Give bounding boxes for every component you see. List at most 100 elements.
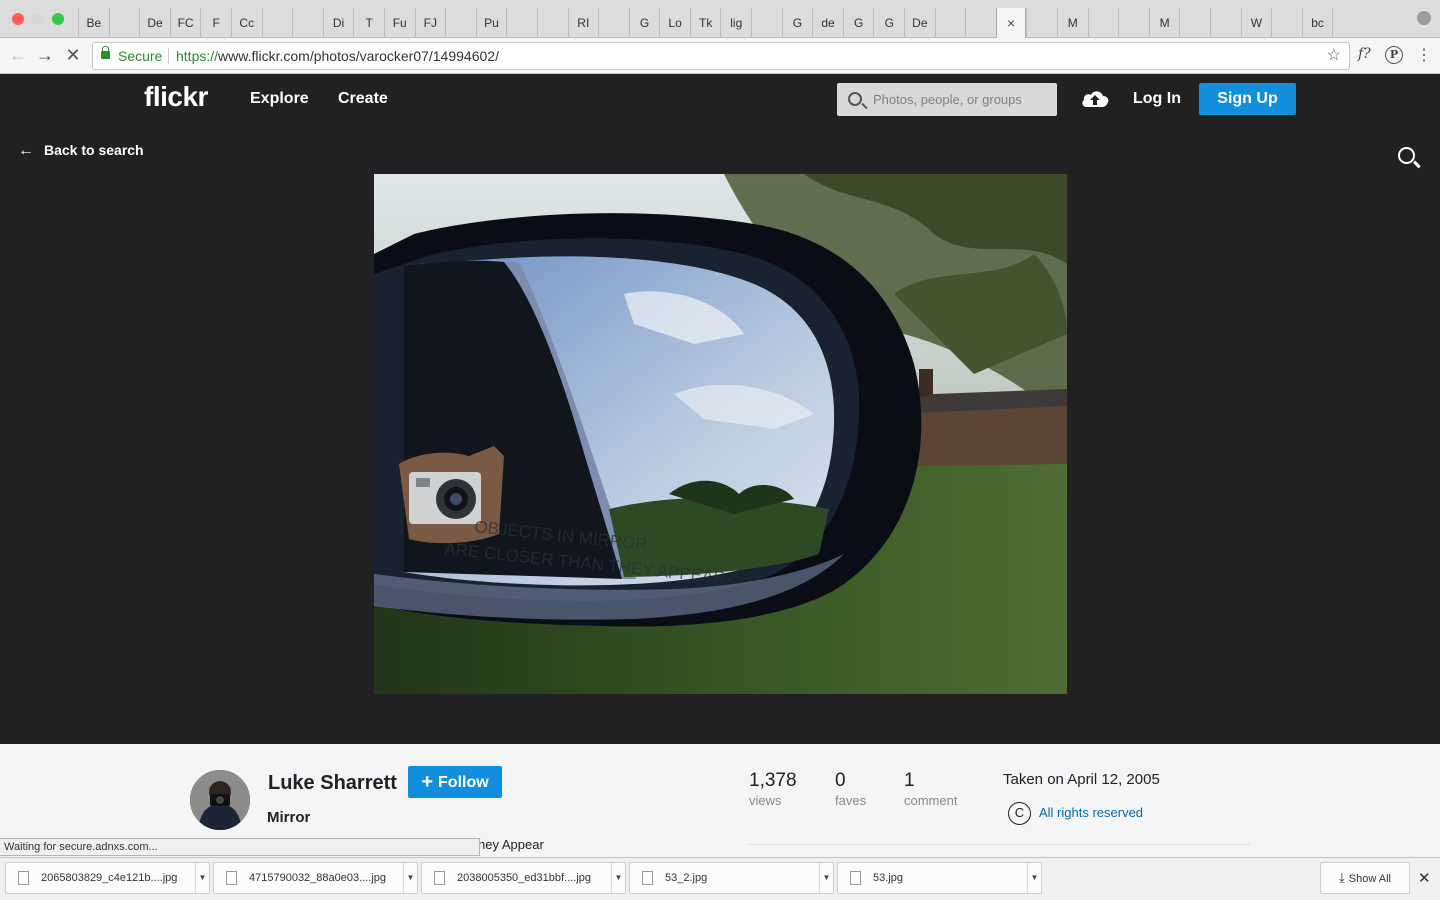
faves-stat[interactable]: 0 faves: [835, 770, 866, 808]
forward-arrow-icon[interactable]: →: [34, 44, 56, 66]
bookmark-star-icon[interactable]: ☆: [1327, 43, 1341, 69]
maximize-window-button[interactable]: [52, 13, 64, 25]
browser-tab[interactable]: [1087, 8, 1119, 38]
browser-tab[interactable]: F: [200, 8, 231, 38]
pinterest-extension-icon[interactable]: P: [1385, 46, 1403, 64]
chevron-down-icon[interactable]: ▼: [195, 863, 209, 893]
author-name[interactable]: Luke Sharrett: [268, 772, 397, 795]
chevron-down-icon[interactable]: ▼: [403, 863, 417, 893]
flickr-logo[interactable]: flickr: [144, 81, 208, 113]
views-label: views: [749, 793, 782, 808]
search-box: [837, 83, 1057, 116]
browser-tab[interactable]: G: [873, 8, 904, 38]
url-separator: [168, 48, 169, 64]
browser-tab[interactable]: [536, 8, 568, 38]
author-avatar[interactable]: [190, 770, 250, 830]
follow-button[interactable]: + Follow: [408, 766, 502, 798]
back-arrow-icon[interactable]: ←: [7, 44, 29, 66]
chevron-down-icon[interactable]: ▼: [1027, 863, 1041, 893]
download-filename: 2038005350_ed31bbf....jpg: [457, 872, 591, 884]
browser-tab[interactable]: De: [139, 8, 170, 38]
browser-tab[interactable]: [965, 8, 996, 38]
url-text[interactable]: https://www.flickr.com/photos/varocker07…: [176, 43, 499, 69]
file-icon: [18, 871, 29, 885]
show-all-label: Show All: [1348, 873, 1391, 885]
comments-stat[interactable]: 1 comment: [904, 770, 957, 808]
browser-tab[interactable]: FC: [169, 8, 201, 38]
back-to-search-link[interactable]: ← Back to search: [18, 142, 144, 160]
browser-tab[interactable]: M: [1057, 8, 1088, 38]
browser-tab[interactable]: lig: [720, 8, 751, 38]
photo-search-icon[interactable]: [1398, 147, 1415, 164]
download-filename: 53_2.jpg: [665, 872, 708, 884]
browser-tab[interactable]: Be: [78, 8, 109, 38]
create-link[interactable]: Create: [338, 90, 388, 108]
browser-tab[interactable]: bc: [1301, 8, 1333, 38]
minimize-window-button[interactable]: [32, 13, 44, 25]
search-input[interactable]: [873, 83, 1053, 116]
search-icon[interactable]: [848, 92, 862, 106]
download-item[interactable]: 2065803829_c4e121b....jpg ▼: [5, 862, 210, 894]
browser-tab[interactable]: [598, 8, 629, 38]
browser-tab[interactable]: T: [353, 8, 384, 38]
browser-tab[interactable]: [292, 8, 323, 38]
license-link[interactable]: All rights reserved: [1039, 805, 1143, 820]
browser-tab[interactable]: FJ: [414, 8, 446, 38]
lock-icon: [101, 46, 110, 59]
browser-tab[interactable]: [108, 8, 140, 38]
main-photo[interactable]: OBJECTS IN MIRROR ARE CLOSER THAN THEY A…: [374, 174, 1067, 694]
faves-label: faves: [835, 793, 867, 808]
browser-tab[interactable]: [934, 8, 966, 38]
login-link[interactable]: Log In: [1133, 90, 1181, 108]
browser-tab[interactable]: Cc: [230, 8, 262, 38]
browser-tab[interactable]: Lo: [659, 8, 690, 38]
explore-link[interactable]: Explore: [250, 90, 309, 108]
browser-tab[interactable]: [506, 8, 537, 38]
browser-tab[interactable]: M: [1148, 8, 1180, 38]
browser-tabstrip: Be De FC F Cc Di T Fu FJ Pu RI G Lo Tk lig Gde G G De × M M Wb…: [0, 0, 1440, 38]
show-all-downloads-button[interactable]: ⤓ Show All: [1320, 862, 1410, 894]
left-arrow-icon: ←: [18, 142, 34, 159]
browser-tab[interactable]: De: [904, 8, 935, 38]
active-tab[interactable]: ×: [995, 8, 1027, 38]
chevron-down-icon[interactable]: ▼: [611, 863, 625, 893]
download-item[interactable]: 53.jpg ▼: [837, 862, 1042, 894]
browser-tab[interactable]: [1118, 8, 1149, 38]
browser-tab[interactable]: Fu: [383, 8, 415, 38]
browser-tab[interactable]: Tk: [689, 8, 721, 38]
profile-icon[interactable]: [1417, 11, 1431, 25]
browser-tab[interactable]: G: [842, 8, 874, 38]
browser-tab[interactable]: [445, 8, 476, 38]
taken-date[interactable]: Taken on April 12, 2005: [1003, 771, 1160, 788]
browser-tab[interactable]: W: [1240, 8, 1272, 38]
close-shelf-icon[interactable]: ✕: [1418, 869, 1431, 887]
browser-tab[interactable]: [751, 8, 782, 38]
download-icon: ⤓: [1339, 870, 1345, 885]
address-bar[interactable]: Secure https://www.flickr.com/photos/var…: [92, 42, 1350, 70]
browser-tab[interactable]: [1271, 8, 1302, 38]
download-item[interactable]: 4715790032_88a0e03....jpg ▼: [213, 862, 418, 894]
browser-tab[interactable]: [1179, 8, 1210, 38]
browser-tab[interactable]: RI: [567, 8, 599, 38]
upload-cloud-icon[interactable]: [1080, 88, 1110, 108]
chevron-down-icon[interactable]: ▼: [819, 863, 833, 893]
browser-tab[interactable]: de: [812, 8, 843, 38]
browser-menu-icon[interactable]: ⋮: [1416, 45, 1432, 65]
side-mirror-photo: OBJECTS IN MIRROR ARE CLOSER THAN THEY A…: [374, 174, 1067, 694]
browser-tab[interactable]: [261, 8, 293, 38]
browser-tab[interactable]: G: [781, 8, 813, 38]
browser-tab[interactable]: [1209, 8, 1241, 38]
font-extension-icon[interactable]: f?: [1358, 46, 1371, 62]
download-item[interactable]: 53_2.jpg ▼: [629, 862, 834, 894]
browser-tab[interactable]: [1026, 8, 1057, 38]
browser-tab[interactable]: Di: [322, 8, 354, 38]
browser-tab[interactable]: G: [628, 8, 660, 38]
browser-tab[interactable]: Pu: [475, 8, 507, 38]
stop-loading-icon[interactable]: ✕: [62, 44, 84, 66]
signup-button[interactable]: Sign Up: [1199, 83, 1296, 115]
download-filename: 4715790032_88a0e03....jpg: [249, 872, 387, 884]
download-item[interactable]: 2038005350_ed31bbf....jpg ▼: [421, 862, 626, 894]
browser-tab[interactable]: [1332, 8, 1363, 38]
close-window-button[interactable]: [12, 13, 24, 25]
photo-title: Mirror: [267, 809, 311, 826]
